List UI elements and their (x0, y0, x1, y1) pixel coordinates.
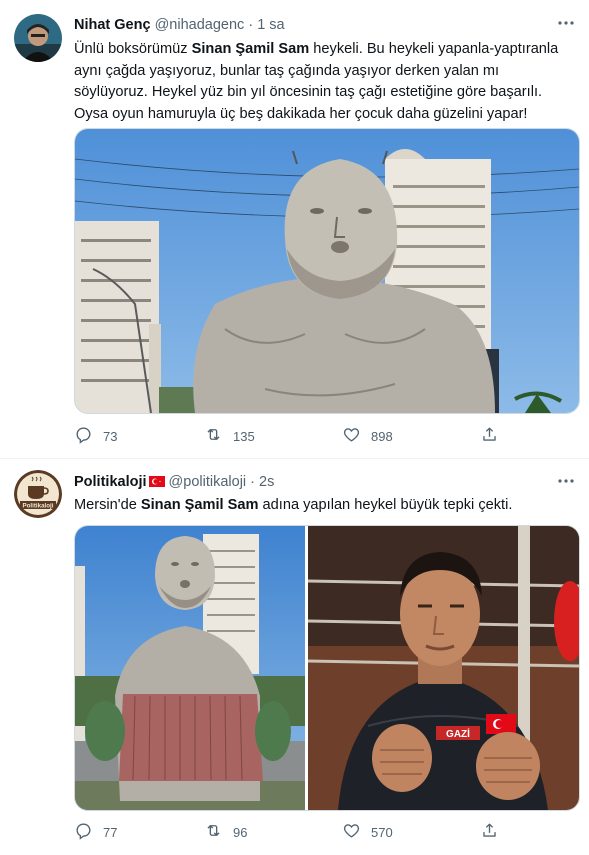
text-part: adına yapılan heykel büyük tepki çekti. (258, 497, 513, 513)
share-icon (480, 425, 499, 447)
timestamp[interactable]: 2s (259, 474, 274, 490)
tweet-image-statue[interactable] (74, 128, 580, 414)
reply-icon (74, 821, 93, 843)
retweet-icon (204, 425, 223, 447)
share-button[interactable] (480, 425, 499, 447)
tweet-actions: 73 135 898 (74, 425, 504, 449)
heart-icon (342, 821, 361, 843)
retweet-button[interactable]: 96 (204, 821, 247, 843)
jersey-text: GAZİ (446, 727, 470, 740)
tweet-actions: 77 96 570 (74, 821, 504, 845)
display-name[interactable]: Politikaloji (74, 474, 147, 490)
tweet-header: Nihat Genç @nihadagenc · 1 sa (74, 17, 285, 33)
timestamp[interactable]: 1 sa (257, 17, 284, 33)
more-icon[interactable] (557, 472, 575, 495)
highlighted-name: Sinan Şamil Sam (140, 497, 259, 513)
tweet-image-grid: GAZİ (74, 525, 580, 811)
tweet-nihat-genc[interactable]: Nihat Genç @nihadagenc · 1 sa Ünlü boksö… (0, 0, 589, 458)
tweet-text: Mersin'de Sinan Şamil Sam adına yapılan … (74, 495, 574, 517)
reply-count: 77 (103, 824, 118, 840)
separator: · (248, 17, 254, 33)
display-name[interactable]: Nihat Genç (74, 17, 151, 33)
like-button[interactable]: 570 (342, 821, 393, 843)
tweet-text: Ünlü boksörümüz Sinan Şamil Sam heykeli.… (74, 39, 574, 125)
image-statue[interactable] (75, 526, 305, 810)
handle[interactable]: @politikaloji (169, 474, 247, 490)
turkey-flag-icon (148, 476, 165, 487)
like-count: 898 (371, 428, 393, 444)
avatar[interactable] (14, 14, 62, 62)
boxer-photo: GAZİ (307, 526, 579, 810)
reply-button[interactable]: 73 (74, 425, 117, 447)
retweet-icon (204, 821, 223, 843)
retweet-count: 96 (233, 824, 248, 840)
more-icon[interactable] (557, 14, 575, 37)
share-button[interactable] (480, 821, 499, 843)
separator: · (250, 474, 256, 490)
highlighted-name: Sinan Şamil Sam (191, 41, 310, 57)
handle[interactable]: @nihadagenc (155, 17, 245, 33)
tweet-politikaloji[interactable]: Politikaloji Politikaloji @politikaloji … (0, 459, 589, 855)
text-part: Mersin'de (74, 497, 141, 513)
text-part: Ünlü boksörümüz (74, 41, 192, 57)
avatar[interactable]: Politikaloji (14, 470, 62, 518)
tweet-header: Politikaloji @politikaloji · 2s (74, 474, 274, 490)
statue-photo (75, 129, 579, 413)
retweet-button[interactable]: 135 (204, 425, 255, 447)
like-button[interactable]: 898 (342, 425, 393, 447)
statue-photo (75, 526, 305, 810)
share-icon (480, 821, 499, 843)
heart-icon (342, 425, 361, 447)
reply-button[interactable]: 77 (74, 821, 117, 843)
reply-icon (74, 425, 93, 447)
like-count: 570 (371, 824, 393, 840)
avatar-logo-text: Politikaloji (23, 503, 54, 510)
retweet-count: 135 (233, 428, 255, 444)
reply-count: 73 (103, 428, 118, 444)
image-boxer[interactable]: GAZİ (307, 526, 579, 810)
